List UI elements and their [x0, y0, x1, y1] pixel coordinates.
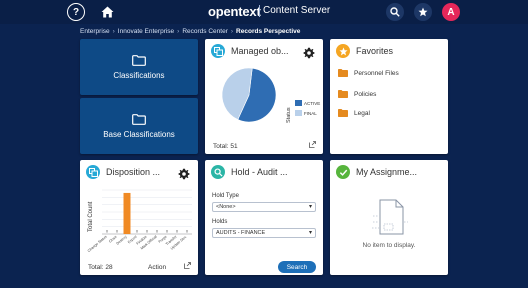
base-classifications-label: Base Classifications: [103, 129, 175, 139]
favorite-item[interactable]: Personnel Files: [338, 69, 399, 77]
tile-header: Hold - Audit ...: [205, 160, 323, 184]
search-button[interactable]: Search: [278, 261, 316, 273]
product-name: Content Server: [263, 5, 331, 16]
hold-search-icon: [211, 165, 225, 179]
disposition-bar-chart: Total Count 0Change Status0CloseDestroy0…: [87, 189, 192, 253]
bar-value-label: 0: [146, 229, 149, 234]
top-bar: ? opentext Content Server A: [0, 0, 528, 24]
breadcrumb-item[interactable]: Records Center: [182, 28, 228, 35]
disposition-total: Total: 28: [88, 264, 113, 271]
hold-type-select[interactable]: <None> ▾: [212, 202, 316, 212]
x-tick-label: Change Status: [87, 235, 108, 253]
tile-title: Managed ob...: [231, 46, 289, 56]
home-icon: [101, 6, 113, 18]
brand-logo: opentext: [208, 4, 261, 19]
bar-value-label: 0: [186, 229, 189, 234]
favorites-button[interactable]: [414, 3, 432, 21]
breadcrumb-current: Records Perspective: [236, 27, 301, 35]
classifications-tile[interactable]: Classifications: [80, 39, 198, 95]
managed-objects-icon: [211, 44, 225, 58]
favorite-item[interactable]: Policies: [338, 90, 376, 98]
managed-objects-tile: Managed ob... Status ACTIVE FINAL Total:…: [205, 39, 323, 154]
favorite-item[interactable]: Legal: [338, 109, 370, 117]
folder-icon: [132, 54, 146, 66]
status-pie-chart: Status ACTIVE FINAL: [221, 67, 320, 123]
managed-total: Total: 51: [213, 143, 238, 150]
disposition-tile: Disposition ... Total Count 0 Change Stat…: [80, 160, 198, 275]
bar-value-label: 0: [136, 229, 139, 234]
x-axis-label: Action: [148, 264, 167, 271]
legend-label-active: ACTIVE: [304, 101, 320, 106]
search-icon: [390, 7, 400, 17]
checkmark-icon: [336, 165, 350, 179]
legend-title: Status: [286, 107, 292, 123]
hold-audit-tile: Hold - Audit ... Hold Type <None> ▾ Hold…: [205, 160, 323, 275]
favorite-label: Personnel Files: [354, 69, 399, 77]
breadcrumb-item[interactable]: Enterprise: [80, 28, 110, 35]
star-icon: [418, 7, 428, 17]
chevron-down-icon: ▾: [308, 204, 312, 210]
legend-swatch-active: [295, 100, 302, 106]
bar-value-label: 0: [156, 229, 159, 234]
chevron-right-icon: ›: [177, 27, 180, 35]
gear-icon[interactable]: [178, 168, 190, 180]
holds-label: Holds: [212, 219, 228, 225]
x-tick-label: Destroy: [116, 235, 128, 246]
tile-header: Favorites: [330, 39, 448, 63]
chevron-down-icon: ▾: [308, 230, 312, 236]
breadcrumb-item[interactable]: Innovate Enterprise: [118, 28, 174, 35]
favorite-label: Policies: [354, 90, 377, 98]
search-button[interactable]: [386, 3, 404, 21]
holds-select[interactable]: AUDITS - FINANCE ▾: [212, 228, 316, 238]
legend-label-final: FINAL: [304, 111, 317, 116]
expand-icon[interactable]: [184, 262, 191, 269]
chevron-right-icon: ›: [112, 27, 115, 35]
hold-type-value: <None>: [216, 204, 236, 210]
expand-icon[interactable]: [309, 141, 316, 148]
classifications-label: Classifications: [113, 70, 165, 80]
legend-swatch-final: [295, 110, 302, 116]
tile-title: Disposition ...: [106, 167, 161, 177]
my-assignments-tile: My Assignme... No item to display.: [330, 160, 448, 275]
base-classifications-tile[interactable]: Base Classifications: [80, 98, 198, 154]
brand-divider: [259, 5, 260, 17]
tile-title: Hold - Audit ...: [231, 167, 288, 177]
user-avatar[interactable]: A: [442, 3, 460, 21]
folder-icon: [132, 113, 146, 125]
holds-value: AUDITS - FINANCE: [216, 230, 266, 236]
hold-type-label: Hold Type: [212, 193, 239, 199]
bar-value-label: 0: [116, 229, 119, 234]
home-button[interactable]: [98, 3, 116, 21]
disposition-icon: [86, 165, 100, 179]
folder-icon: [338, 90, 348, 98]
empty-state-text: No item to display.: [362, 242, 416, 249]
bar-2[interactable]: [123, 192, 131, 234]
empty-document-icon: [372, 199, 408, 235]
bar-value-label: 0: [166, 229, 169, 234]
help-button[interactable]: ?: [67, 3, 85, 21]
y-axis-label: Total Count: [88, 201, 94, 232]
gear-icon[interactable]: [303, 47, 315, 59]
tile-header: My Assignme...: [330, 160, 448, 184]
tile-title: My Assignme...: [356, 167, 418, 177]
bar-value-label: 0: [106, 229, 109, 234]
bar-value-label: 0: [176, 229, 179, 234]
folder-icon: [338, 109, 348, 117]
folder-icon: [338, 69, 348, 77]
breadcrumb: Enterprise › Innovate Enterprise › Recor…: [80, 25, 300, 37]
tile-title: Favorites: [356, 46, 394, 56]
favorites-tile: Favorites Personnel Files Policies Legal: [330, 39, 448, 154]
star-icon: [336, 44, 350, 58]
chevron-right-icon: ›: [230, 27, 234, 35]
favorite-label: Legal: [354, 109, 370, 117]
